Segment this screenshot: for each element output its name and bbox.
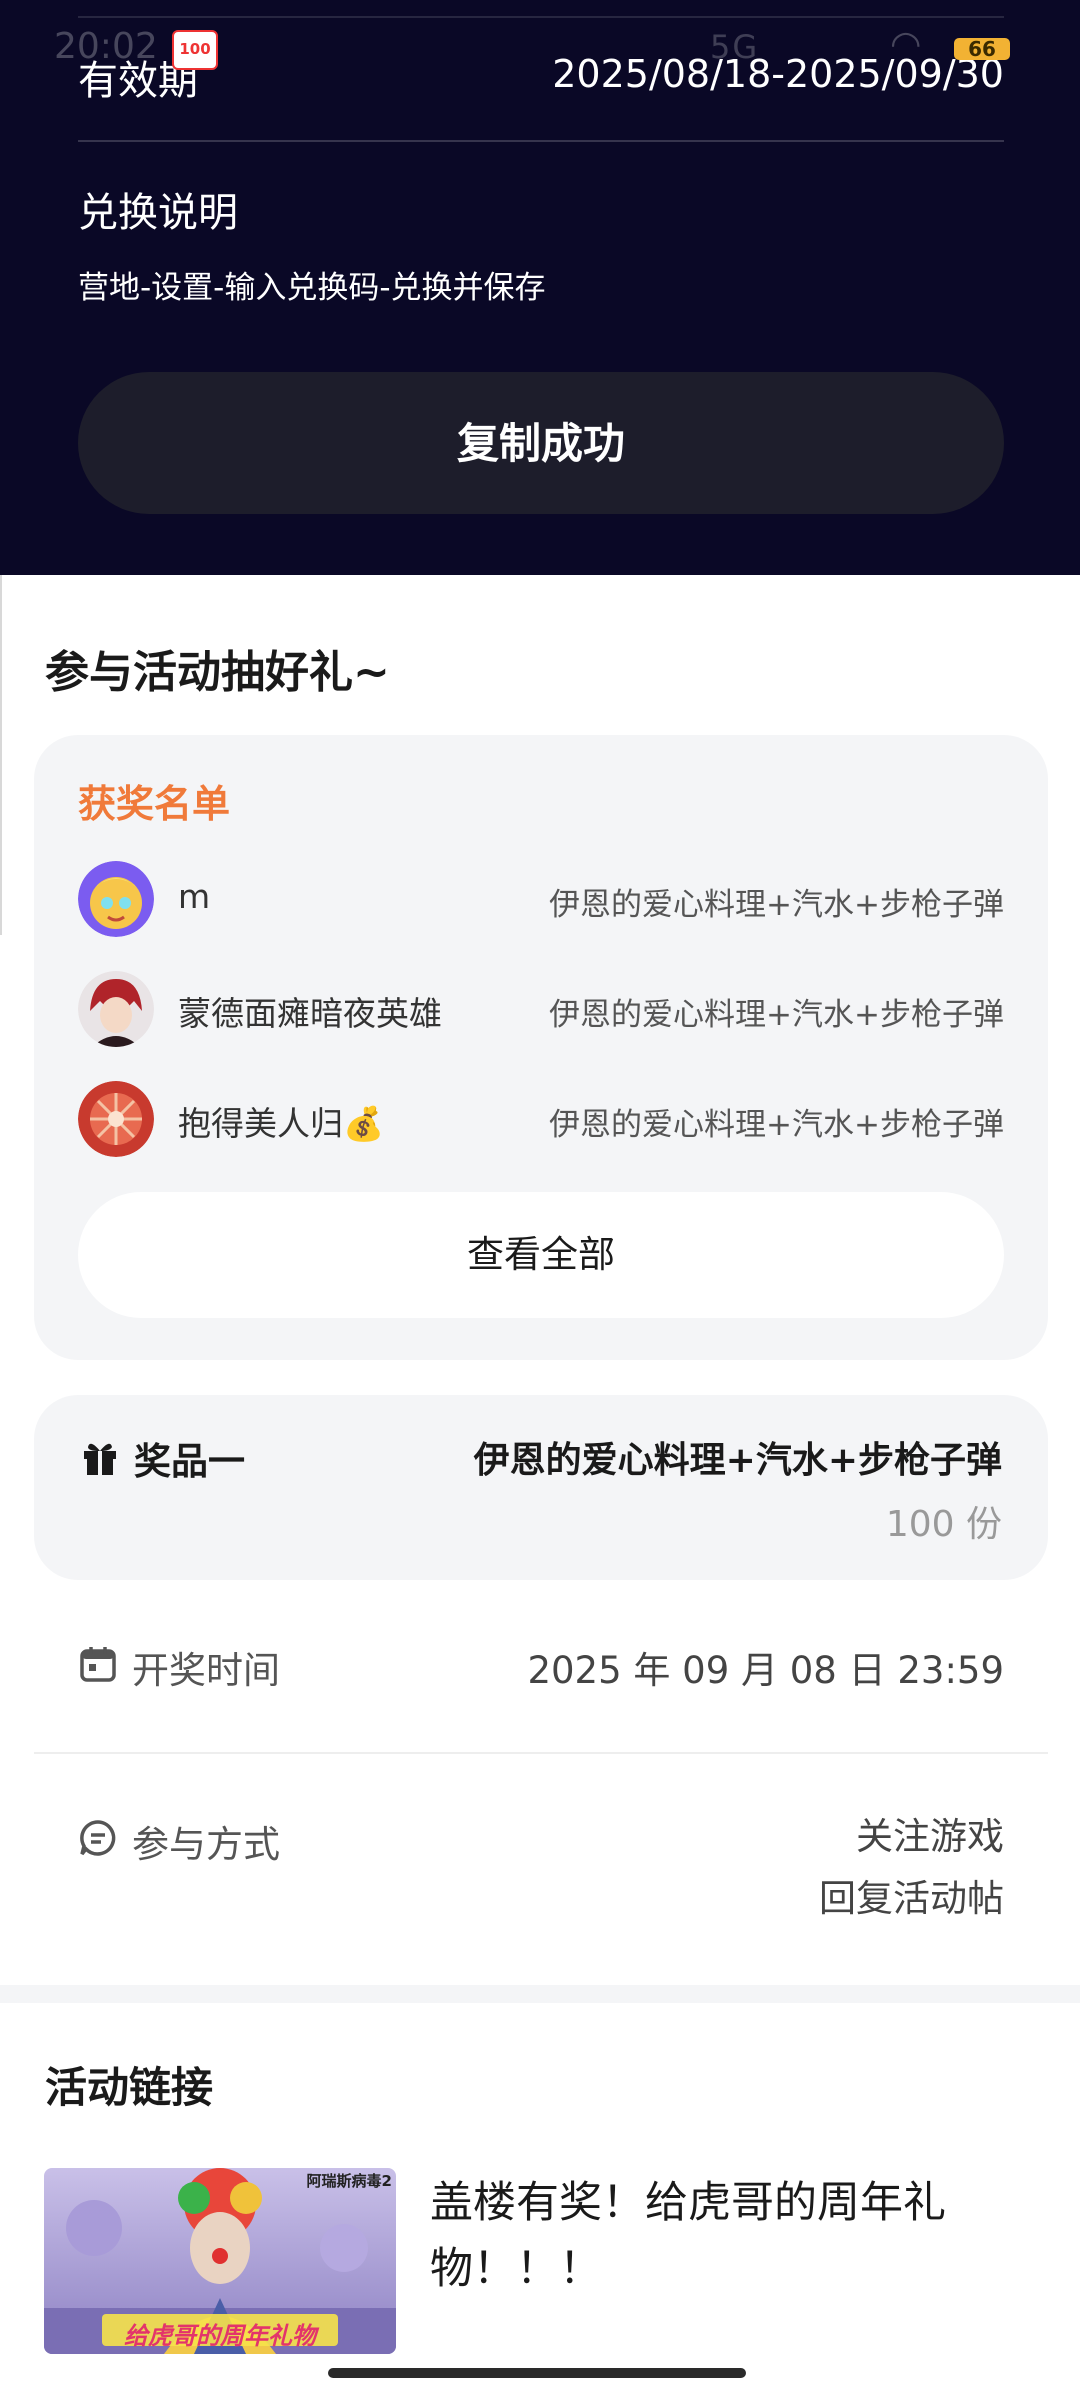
divider <box>78 16 1004 18</box>
participation-step: 回复活动帖 <box>819 1877 1004 1920</box>
home-indicator[interactable] <box>328 2368 746 2378</box>
participation-value: 关注游戏 回复活动帖 <box>819 1806 1004 1930</box>
activity-section-title: 参与活动抽好礼~ <box>45 647 390 698</box>
redeem-instructions-title: 兑换说明 <box>78 190 238 236</box>
winner-prize: 伊恩的爱心料理+汽水+步枪子弹 <box>549 887 1004 923</box>
winners-card: 获奖名单 m 伊恩的爱心料理+汽水+步枪子弹 蒙德面瘫暗夜英雄 伊恩的爱心料理+… <box>34 735 1048 1360</box>
validity-value: 2025/08/18-2025/09/30 <box>552 52 1004 96</box>
calendar-icon <box>78 1644 118 1684</box>
winner-row[interactable]: m 伊恩的爱心料理+汽水+步枪子弹 <box>78 861 1004 941</box>
thumbnail-caption: 给虎哥的周年礼物 <box>124 2322 316 2350</box>
winner-prize: 伊恩的爱心料理+汽水+步枪子弹 <box>549 997 1004 1033</box>
avatar <box>78 861 154 937</box>
draw-time-label: 开奖时间 <box>132 1649 280 1692</box>
activity-links-title: 活动链接 <box>45 2063 214 2112</box>
winner-name: m <box>178 877 211 916</box>
redeem-code-card: 有效期 2025/08/18-2025/09/30 兑换说明 营地-设置-输入兑… <box>0 0 1080 575</box>
thumbnail-corner-label: 阿瑞斯病毒2 <box>306 2172 392 2190</box>
participation-step: 关注游戏 <box>856 1815 1004 1858</box>
validity-label: 有效期 <box>78 58 198 104</box>
copy-button[interactable]: 复制成功 <box>78 372 1004 514</box>
gift-icon <box>80 1437 120 1477</box>
prize-card: 奖品一 伊恩的爱心料理+汽水+步枪子弹 100 份 <box>34 1395 1048 1580</box>
winner-row[interactable]: 抱得美人归💰 伊恩的爱心料理+汽水+步枪子弹 <box>78 1081 1004 1161</box>
draw-time-row: 开奖时间 2025 年 09 月 08 日 23:59 <box>78 1640 1004 1702</box>
chat-bubble-icon <box>78 1818 118 1858</box>
participation-row: 参与方式 关注游戏 回复活动帖 <box>78 1814 1004 1944</box>
activity-link-title[interactable]: 盖楼有奖！给虎哥的周年礼物！！！ <box>430 2170 990 2302</box>
avatar <box>78 1081 154 1157</box>
divider <box>0 575 2 935</box>
winners-title: 获奖名单 <box>78 782 231 826</box>
activity-link-thumbnail[interactable]: 给虎哥的周年礼物 阿瑞斯病毒2 <box>44 2168 396 2354</box>
winner-row[interactable]: 蒙德面瘫暗夜英雄 伊恩的爱心料理+汽水+步枪子弹 <box>78 971 1004 1051</box>
prize-count: 100 份 <box>885 1504 1002 1545</box>
avatar <box>78 971 154 1047</box>
draw-time-value: 2025 年 09 月 08 日 23:59 <box>527 1649 1004 1692</box>
divider <box>78 140 1004 142</box>
prize-name: 伊恩的爱心料理+汽水+步枪子弹 <box>473 1440 1002 1481</box>
winner-prize: 伊恩的爱心料理+汽水+步枪子弹 <box>549 1107 1004 1143</box>
winner-name: 抱得美人归💰 <box>178 1104 385 1143</box>
divider <box>34 1752 1048 1754</box>
view-all-button[interactable]: 查看全部 <box>78 1192 1004 1318</box>
section-separator <box>0 1985 1080 2003</box>
prize-label: 奖品一 <box>134 1440 245 1483</box>
redeem-instructions-text: 营地-设置-输入兑换码-兑换并保存 <box>78 270 546 306</box>
winner-name: 蒙德面瘫暗夜英雄 <box>178 994 442 1033</box>
participation-label: 参与方式 <box>132 1823 280 1866</box>
